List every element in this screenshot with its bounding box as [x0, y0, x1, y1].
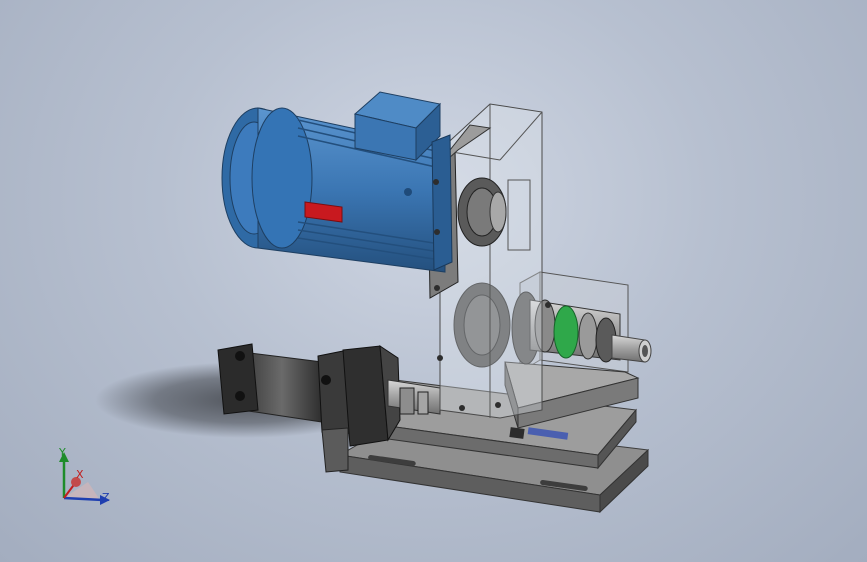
- green-coupling: [553, 305, 579, 359]
- coordinate-triad: Y X Z: [48, 444, 118, 514]
- graphics-viewport[interactable]: Y X Z: [0, 0, 867, 562]
- electric-motor[interactable]: [221, 91, 453, 273]
- triad-z-label: Z: [102, 491, 110, 504]
- triad-x-label: X: [76, 468, 84, 481]
- upper-pulley[interactable]: [457, 177, 507, 247]
- triad-y-label: Y: [59, 446, 66, 459]
- 3d-model-scene[interactable]: [0, 0, 867, 562]
